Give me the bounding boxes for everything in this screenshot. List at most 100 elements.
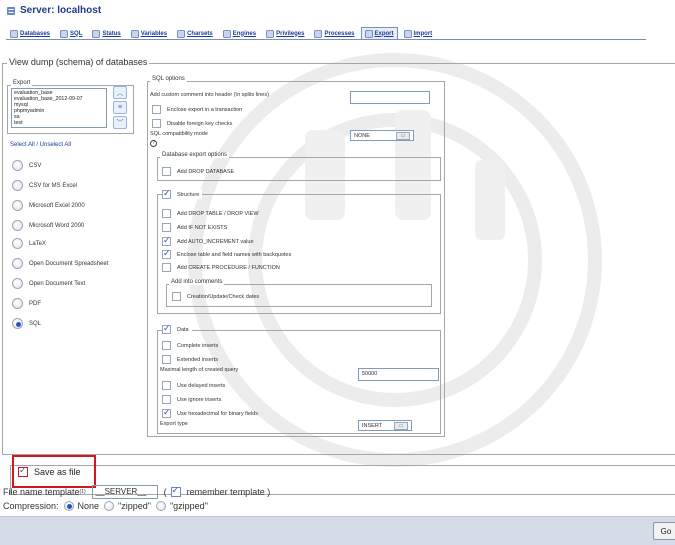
go-button[interactable]: Go xyxy=(653,522,675,540)
remember-template-checkbox[interactable] xyxy=(170,485,181,497)
hex-binary-label: Use hexadecimal for binary fields xyxy=(177,410,259,417)
custom-comment-label: Add custom comment into header (\n split… xyxy=(150,92,269,98)
scroll-mid-button[interactable]: ≡ xyxy=(113,101,127,114)
structure-suboption-checkbox[interactable] xyxy=(162,248,171,259)
extended-inserts-label: Extended inserts xyxy=(177,356,218,363)
tab-engines[interactable]: Engines xyxy=(219,27,260,39)
tab-variables[interactable]: Variables xyxy=(127,27,171,39)
structure-suboption-checkbox[interactable] xyxy=(162,263,171,272)
tab-export[interactable]: Export xyxy=(360,27,398,39)
tab-privileges[interactable]: Privileges xyxy=(262,27,308,39)
tab-status[interactable]: Status xyxy=(88,27,124,39)
filename-template-input[interactable]: __SERVER__ xyxy=(91,485,158,499)
compression-radio[interactable] xyxy=(155,501,166,511)
format-option[interactable]: LaTeX xyxy=(12,238,46,249)
creation-dates-option[interactable]: Creation/Update/Check dates xyxy=(172,292,259,301)
structure-suboption[interactable]: Add CREATE PROCEDURE / FUNCTION xyxy=(162,263,280,272)
structure-suboption-checkbox[interactable] xyxy=(162,223,171,232)
remember-template-label: remember template ) xyxy=(186,487,271,497)
custom-comment-input[interactable] xyxy=(350,91,430,104)
complete-inserts-option[interactable]: Complete inserts xyxy=(162,341,218,350)
format-radio[interactable] xyxy=(12,318,23,329)
footer-bar xyxy=(0,516,675,545)
tab-label: Export xyxy=(374,30,394,37)
structure-suboption-label: Add DROP TABLE / DROP VIEW xyxy=(177,210,259,217)
scroll-down-button[interactable]: ﹀ xyxy=(113,116,127,129)
disable-fk-option[interactable]: Disable foreign key checks xyxy=(152,119,232,128)
structure-suboption[interactable]: Add AUTO_INCREMENT value xyxy=(162,235,254,246)
database-list[interactable]: evaluation_base evaluation_base_2012-09-0… xyxy=(11,88,107,128)
creation-dates-checkbox[interactable] xyxy=(172,292,181,301)
hex-binary-option[interactable]: Use hexadecimal for binary fields xyxy=(162,407,259,418)
compression-radio[interactable] xyxy=(104,501,115,511)
format-option[interactable]: CSV xyxy=(12,160,41,171)
structure-suboption-checkbox[interactable] xyxy=(162,209,171,218)
tab-label: Import xyxy=(413,30,433,37)
structure-suboption[interactable]: Enclose table and field names with backq… xyxy=(162,248,291,259)
format-option[interactable]: Open Document Spreadsheet xyxy=(12,258,108,269)
hex-binary-checkbox[interactable] xyxy=(162,407,171,418)
chevron-down-icon: ▭ xyxy=(394,421,408,430)
format-radio[interactable] xyxy=(12,160,23,171)
enclose-transaction-checkbox[interactable] xyxy=(152,105,161,114)
format-option[interactable]: CSV for MS Excel xyxy=(12,180,77,191)
delayed-inserts-checkbox[interactable] xyxy=(162,381,171,390)
format-option[interactable]: Open Document Text xyxy=(12,278,85,289)
structure-checkbox[interactable] xyxy=(162,188,171,199)
tab-label: Charsets xyxy=(187,30,213,37)
structure-suboption-label: Add AUTO_INCREMENT value xyxy=(177,238,254,245)
compat-mode-select[interactable]: NONE ▭ xyxy=(350,130,414,141)
tab-charsets[interactable]: Charsets xyxy=(173,27,217,39)
compat-mode-label: SQL compatibility mode xyxy=(150,131,208,137)
format-radio[interactable] xyxy=(12,220,23,231)
data-checkbox[interactable] xyxy=(162,323,171,334)
tab-databases[interactable]: Databases xyxy=(6,27,54,39)
enclose-transaction-option[interactable]: Enclose export in a transaction xyxy=(152,105,242,114)
extended-inserts-checkbox[interactable] xyxy=(162,355,171,364)
add-drop-database-option[interactable]: Add DROP DATABASE xyxy=(162,167,234,176)
delayed-inserts-option[interactable]: Use delayed inserts xyxy=(162,381,225,390)
databases-icon xyxy=(10,29,18,38)
tab-label: Privileges xyxy=(276,30,305,37)
extended-inserts-option[interactable]: Extended inserts xyxy=(162,355,218,364)
max-length-label: Maximal length of created query xyxy=(160,367,239,373)
compression-option-label: "gzipped" xyxy=(169,501,208,511)
format-radio[interactable] xyxy=(12,180,23,191)
export-type-select[interactable]: INSERT ▭ xyxy=(358,420,412,431)
tab-sql[interactable]: SQL xyxy=(56,27,86,39)
structure-option[interactable]: Structure xyxy=(162,188,203,199)
scroll-up-button[interactable]: ︿ xyxy=(113,86,127,99)
format-option[interactable]: Microsoft Word 2000 xyxy=(12,220,84,231)
ignore-inserts-option[interactable]: Use ignore inserts xyxy=(162,395,221,404)
ignore-inserts-checkbox[interactable] xyxy=(162,395,171,404)
database-option[interactable]: test xyxy=(14,120,104,126)
tab-processes[interactable]: Processes xyxy=(310,27,358,39)
disable-fk-checkbox[interactable] xyxy=(152,119,161,128)
complete-inserts-checkbox[interactable] xyxy=(162,341,171,350)
add-drop-database-checkbox[interactable] xyxy=(162,167,171,176)
structure-suboption[interactable]: Add DROP TABLE / DROP VIEW xyxy=(162,209,259,218)
format-radio[interactable] xyxy=(12,200,23,211)
compression-row: Compression: None "zipped" "gzipped" xyxy=(3,501,208,511)
data-option[interactable]: Data xyxy=(162,323,192,334)
structure-suboption[interactable]: Add IF NOT EXISTS xyxy=(162,223,227,232)
format-option[interactable]: PDF xyxy=(12,298,41,309)
format-label: Open Document Spreadsheet xyxy=(29,260,109,267)
tab-label: Engines xyxy=(232,30,257,37)
add-into-comments-legend: Add into comments xyxy=(169,279,225,285)
select-all-link[interactable]: Select All / Unselect All xyxy=(10,142,71,148)
filename-template-row: File name template (1) __SERVER__ ( reme… xyxy=(3,485,270,499)
charsets-icon xyxy=(177,29,185,38)
format-option[interactable]: Microsoft Excel 2000 xyxy=(12,200,85,211)
help-icon[interactable]: ? xyxy=(150,140,157,147)
format-radio[interactable] xyxy=(12,238,23,249)
format-radio[interactable] xyxy=(12,298,23,309)
format-option[interactable]: SQL xyxy=(12,318,41,329)
compression-radio[interactable] xyxy=(63,501,74,511)
format-radio[interactable] xyxy=(12,278,23,289)
tab-import[interactable]: Import xyxy=(400,27,437,39)
format-radio[interactable] xyxy=(12,258,23,269)
max-length-input[interactable]: 50000 xyxy=(358,368,439,381)
structure-suboption-checkbox[interactable] xyxy=(162,235,171,246)
filename-footnote: (1) xyxy=(79,489,86,495)
